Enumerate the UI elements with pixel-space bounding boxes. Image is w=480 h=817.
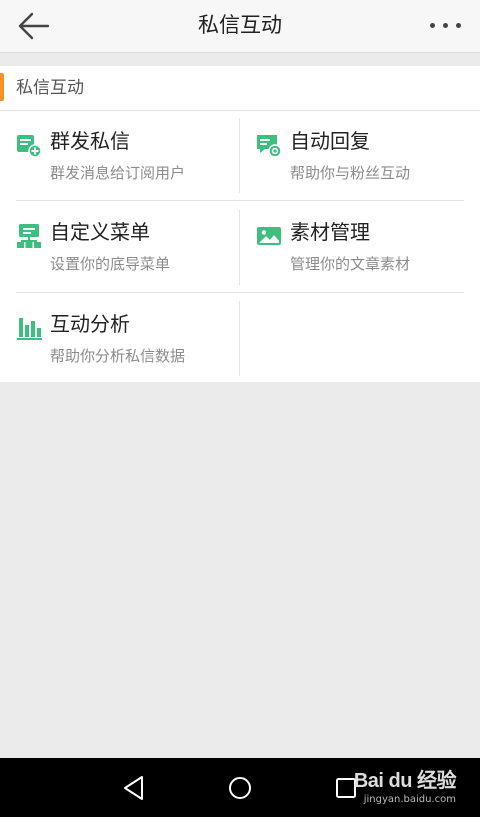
- feature-label: 素材管理: [290, 220, 370, 244]
- feature-label: 互动分析: [50, 312, 130, 336]
- broadcast-message-icon: [17, 135, 42, 158]
- page-title: 私信互动: [198, 13, 282, 37]
- row-divider: [16, 200, 464, 201]
- feature-desc: 群发消息给订阅用户: [50, 164, 186, 182]
- row-divider: [16, 292, 464, 293]
- column-divider: [239, 118, 240, 193]
- nav-home-icon[interactable]: [222, 772, 258, 804]
- custom-menu-icon: [17, 224, 41, 248]
- auto-reply-icon: [257, 135, 282, 158]
- section-accent-bar: [0, 73, 4, 101]
- system-nav-bar: Bai du 经验 jingyan.baidu.com: [0, 758, 480, 817]
- column-divider: [239, 210, 240, 285]
- watermark-url: jingyan.baidu.com: [363, 794, 456, 805]
- feature-desc: 设置你的底导菜单: [50, 255, 171, 273]
- more-options-button[interactable]: [426, 8, 466, 44]
- feature-label: 自定义菜单: [50, 220, 150, 244]
- custom-menu-item[interactable]: 自定义菜单 设置你的底导菜单: [0, 205, 239, 296]
- column-divider: [239, 301, 240, 376]
- feature-label: 群发私信: [50, 129, 130, 153]
- auto-reply-item[interactable]: 自动回复 帮助你与粉丝互动: [240, 114, 480, 205]
- nav-back-icon[interactable]: [116, 772, 152, 804]
- material-icon: [257, 227, 281, 245]
- material-management-item[interactable]: 素材管理 管理你的文章素材: [240, 205, 480, 296]
- feature-label: 自动回复: [290, 129, 370, 153]
- section-title: 私信互动: [16, 78, 84, 98]
- feature-desc: 帮助你分析私信数据: [50, 347, 186, 365]
- section-header: 私信互动: [0, 66, 480, 111]
- baidu-jingyan-watermark: Bai du 经验 jingyan.baidu.com: [353, 764, 457, 805]
- feature-desc: 帮助你与粉丝互动: [290, 164, 411, 182]
- broadcast-message-item[interactable]: 群发私信 群发消息给订阅用户: [0, 114, 239, 205]
- watermark-brand: Bai du 经验: [353, 770, 457, 792]
- analytics-icon: [17, 318, 42, 340]
- top-bar: 私信互动: [0, 0, 480, 53]
- feature-card: 私信互动 群发私信 群发消息给订阅用户 自动回复 帮助你与粉丝互动 自定义菜单 …: [0, 66, 480, 382]
- feature-desc: 管理你的文章素材: [290, 255, 411, 273]
- interaction-analytics-item[interactable]: 互动分析 帮助你分析私信数据: [0, 297, 239, 388]
